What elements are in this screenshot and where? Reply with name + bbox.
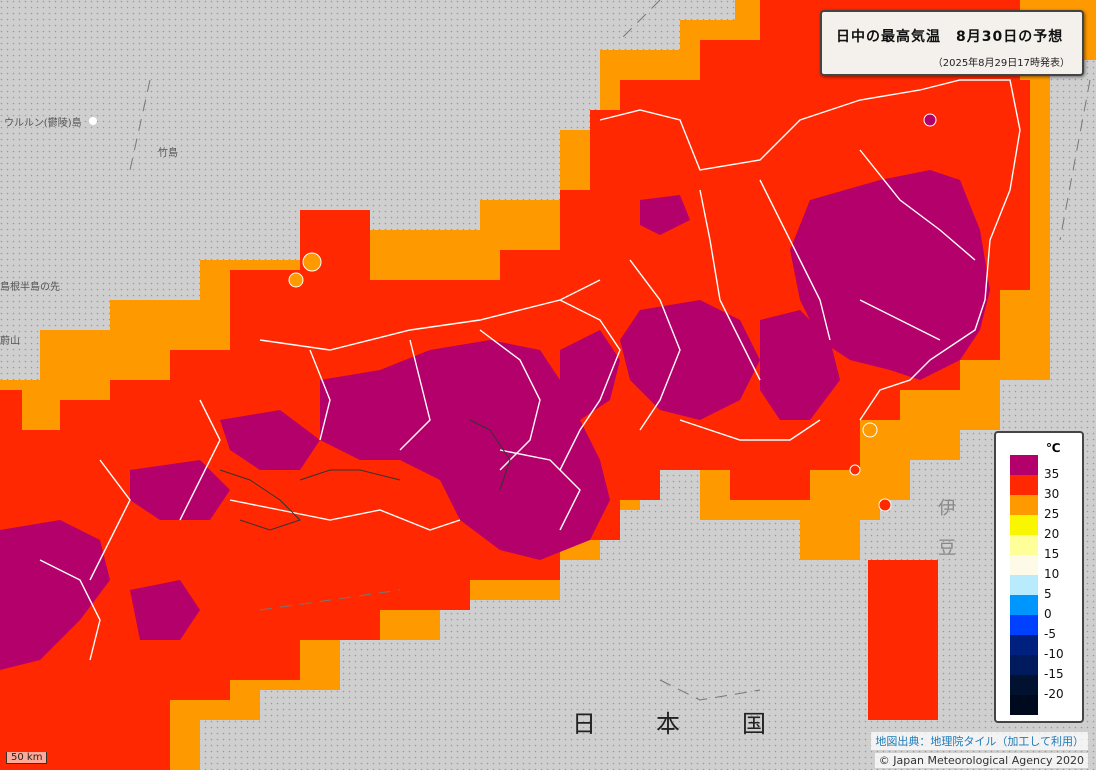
legend-swatch [1010,535,1038,555]
legend-swatch [1010,555,1038,575]
map-source-credit[interactable]: 地図出典：地理院タイル（加工して利用） [871,732,1088,750]
label-ulleungdo: ウルルン(鬱陵)島 [4,118,82,129]
temperature-map [0,0,1096,770]
izu-label-char-1: 伊 [938,498,956,519]
legend-swatch [1010,455,1038,475]
legend-swatch [1010,515,1038,535]
sea-label-char-3: 国 [742,710,766,738]
legend-swatch [1010,675,1038,695]
legend-label: 30 [1044,487,1060,501]
legend-swatch [1010,575,1038,595]
sea-label-char-1: 日 [572,710,596,738]
legend-swatch [1010,655,1038,675]
landmass-left-edge [0,390,22,430]
label-takeshima: 竹島 [158,148,178,159]
scale-bar: 50 km [6,752,48,764]
izu-label-char-2: 豆 [938,538,956,559]
legend-label: 5 [1044,587,1052,601]
legend-label: 15 [1044,547,1060,561]
legend-label: 35 [1044,467,1060,481]
map-title: 日中の最高気温 8月30日の予想 [836,29,1064,45]
legend-swatch [1010,595,1038,615]
legend-swatch [1010,635,1038,655]
legend-label: 25 [1044,507,1060,521]
legend-label: 0 [1044,607,1052,621]
legend-label: -20 [1044,687,1064,701]
label-ulsan: 蔚山 [0,336,20,347]
legend-label: 20 [1044,527,1060,541]
legend-swatch [1010,495,1038,515]
temperature-legend: ℃ 35 30 25 20 15 10 5 0 -5 -10 -15 -20 [994,431,1084,723]
legend-label: 10 [1044,567,1060,581]
legend-swatch [1010,475,1038,495]
label-korea-mid: 島根半島の先 [0,282,60,293]
legend-label: -5 [1044,627,1056,641]
copyright-credit: © Japan Meteorological Agency 2020 [874,753,1088,768]
legend-swatch [1010,615,1038,635]
legend-unit: ℃ [1046,441,1061,455]
issued-time: （2025年8月29日17時発表） [932,58,1070,69]
sea-label-char-2: 本 [656,710,680,738]
legend-swatch [1010,695,1038,715]
title-box: 日中の最高気温 8月30日の予想 （2025年8月29日17時発表） [820,10,1084,76]
legend-label: -15 [1044,667,1064,681]
legend-label: -10 [1044,647,1064,661]
